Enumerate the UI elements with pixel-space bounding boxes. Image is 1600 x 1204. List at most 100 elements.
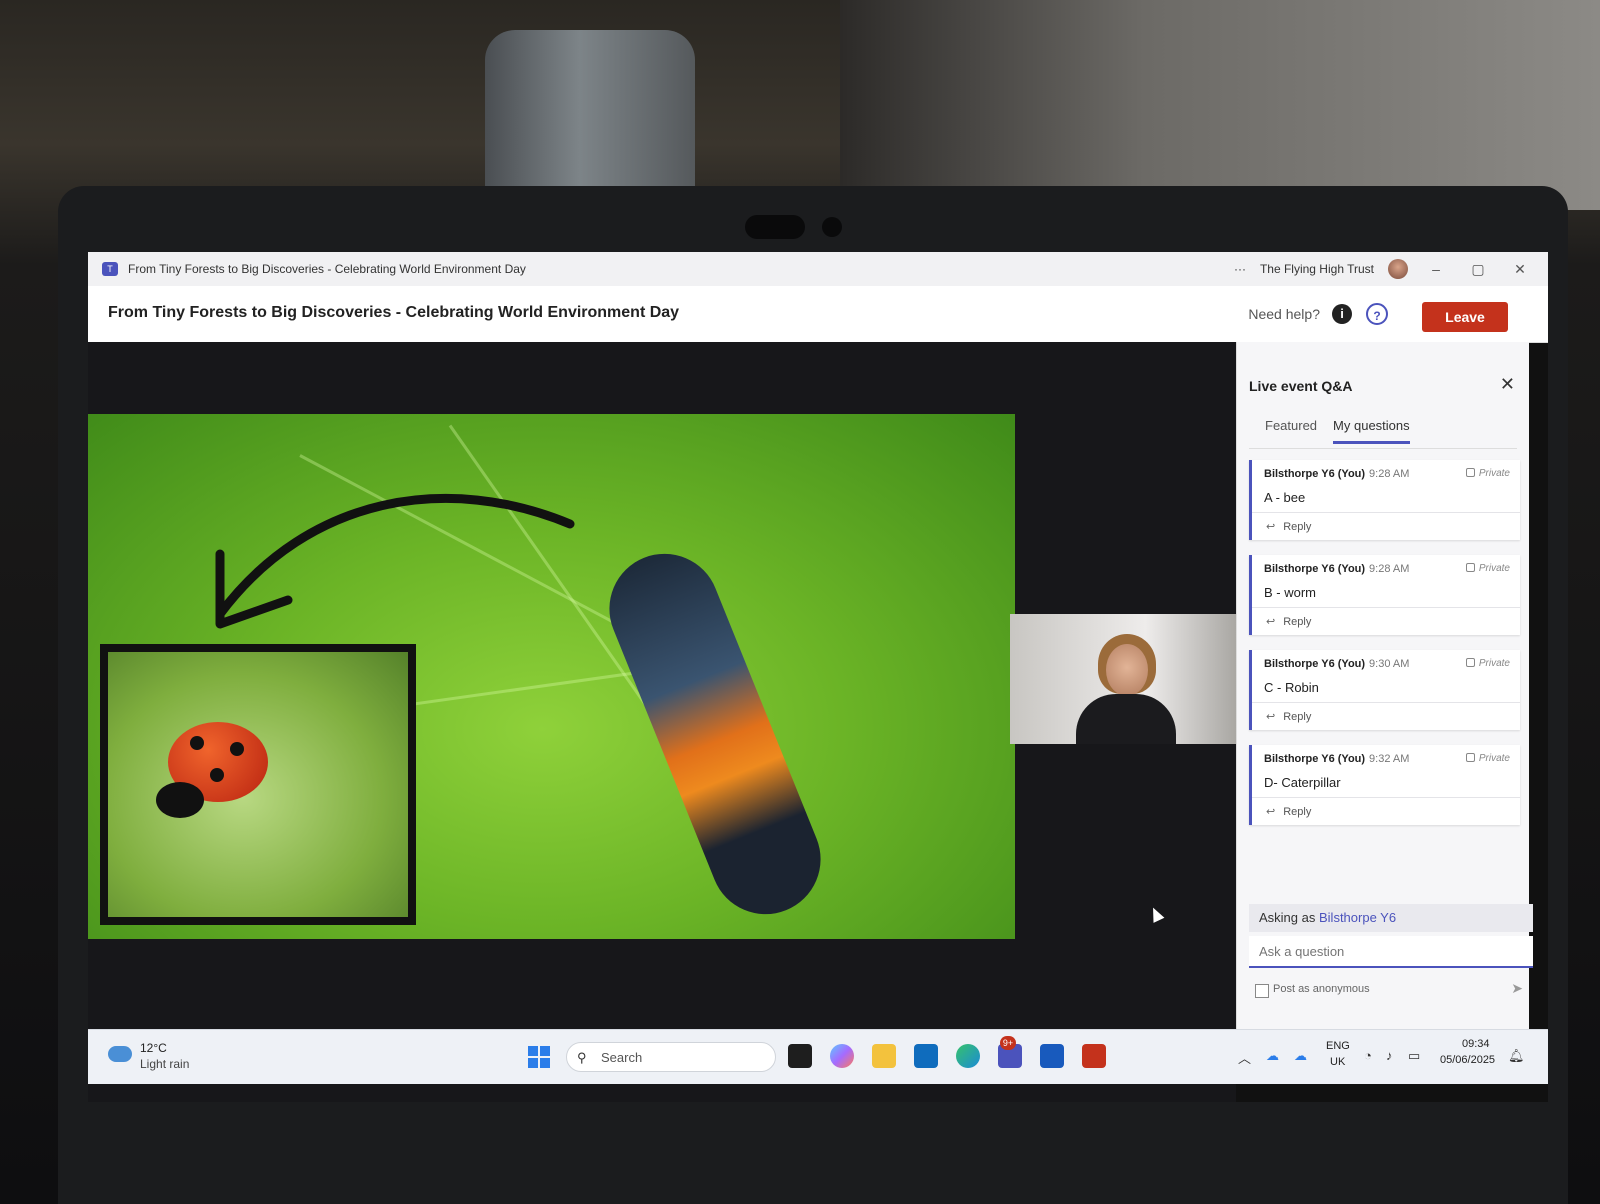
question-author: Bilsthorpe Y6 (You) 9:28 AM <box>1264 468 1409 480</box>
leave-button[interactable]: Leave <box>1422 302 1508 332</box>
author-name: Bilsthorpe Y6 (You) <box>1264 563 1366 575</box>
clock-date[interactable]: 05/06/2025 <box>1440 1054 1495 1066</box>
tab-featured[interactable]: Featured <box>1265 418 1317 444</box>
wifi-icon[interactable]: ◔ <box>1364 1048 1372 1063</box>
question-author: Bilsthorpe Y6 (You) 9:30 AM <box>1264 658 1409 670</box>
water-bottle <box>485 30 695 200</box>
reply-label: Reply <box>1283 616 1312 628</box>
windows-taskbar: 12°C Light rain ⚲ Search 9+ ︿ ☁ ☁ ENG UK… <box>88 1029 1548 1084</box>
background-wall <box>840 0 1600 210</box>
question-card: Bilsthorpe Y6 (You) 9:32 AM Private D- Ca… <box>1249 745 1520 825</box>
close-window-button[interactable]: ✕ <box>1506 261 1534 278</box>
question-text: B - worm <box>1264 585 1316 600</box>
copilot-icon[interactable] <box>830 1044 854 1068</box>
private-label: Private <box>1465 468 1510 479</box>
reply-button[interactable]: ↩ Reply <box>1266 520 1311 533</box>
onedrive-icon[interactable]: ☁ <box>1294 1048 1307 1064</box>
reply-label: Reply <box>1283 711 1312 723</box>
info-icon[interactable]: i <box>1332 304 1352 324</box>
reply-button[interactable]: ↩ Reply <box>1266 710 1311 723</box>
reply-label: Reply <box>1283 806 1312 818</box>
question-text: A - bee <box>1264 490 1306 505</box>
qa-title: Live event Q&A <box>1249 378 1353 394</box>
outlook-icon[interactable] <box>914 1044 938 1068</box>
clock-time[interactable]: 09:34 <box>1462 1038 1490 1050</box>
mouse-cursor <box>1147 905 1165 923</box>
tabs-divider <box>1249 448 1517 449</box>
question-time: 9:28 AM <box>1369 563 1410 575</box>
visibility-text: Private <box>1478 468 1510 479</box>
taskbar-search[interactable]: ⚲ Search <box>566 1042 776 1072</box>
ladybird-spot <box>190 736 204 750</box>
page-title: From Tiny Forests to Big Discoveries - C… <box>108 304 680 321</box>
reply-icon: ↩ <box>1266 806 1276 818</box>
avatar[interactable] <box>1388 259 1408 279</box>
question-time: 9:30 AM <box>1369 658 1410 670</box>
question-author: Bilsthorpe Y6 (You) 9:32 AM <box>1264 753 1409 765</box>
region-indicator[interactable]: UK <box>1330 1056 1345 1068</box>
notification-bell-icon[interactable]: 🔔︎ <box>1508 1048 1525 1064</box>
teams-notification-badge: 9+ <box>1000 1036 1016 1050</box>
reply-button[interactable]: ↩ Reply <box>1266 615 1311 628</box>
close-icon[interactable]: ✕ <box>1500 374 1515 395</box>
ask-question-input[interactable] <box>1249 936 1533 968</box>
author-name: Bilsthorpe Y6 (You) <box>1264 658 1366 670</box>
search-icon: ⚲ <box>577 1050 587 1065</box>
windows-start-icon[interactable] <box>528 1046 550 1068</box>
restore-button[interactable]: ▢ <box>1464 261 1492 278</box>
minimize-button[interactable]: – <box>1422 261 1450 277</box>
reply-icon: ↩ <box>1266 616 1276 628</box>
presenter-body <box>1076 694 1176 744</box>
slide-image <box>88 414 1015 939</box>
ladybird-inset <box>100 644 416 925</box>
private-label: Private <box>1465 658 1510 669</box>
window-title: From Tiny Forests to Big Discoveries - C… <box>128 262 526 276</box>
presenter-face <box>1106 644 1148 696</box>
meeting-header: From Tiny Forests to Big Discoveries - C… <box>88 286 1548 343</box>
webcam-sensor <box>822 217 842 237</box>
presentation-stage <box>88 342 1236 1102</box>
cloud-rain-icon[interactable] <box>108 1046 132 1062</box>
anonymous-checkbox[interactable] <box>1255 984 1269 998</box>
private-label: Private <box>1465 563 1510 574</box>
asking-as-bar: Asking as Bilsthorpe Y6 <box>1249 904 1533 932</box>
lock-icon <box>1465 658 1475 667</box>
window-titlebar: T From Tiny Forests to Big Discoveries -… <box>88 252 1548 286</box>
cloud-sync-icon[interactable]: ☁ <box>1266 1048 1279 1064</box>
chevron-up-icon[interactable]: ︿ <box>1238 1048 1251 1067</box>
acrobat-icon[interactable] <box>1082 1044 1106 1068</box>
send-icon[interactable]: ➤ <box>1511 980 1523 997</box>
task-view-icon[interactable] <box>788 1044 812 1068</box>
reply-label: Reply <box>1283 521 1312 533</box>
file-explorer-icon[interactable] <box>872 1044 896 1068</box>
volume-icon[interactable]: ♪ <box>1386 1048 1393 1063</box>
question-author: Bilsthorpe Y6 (You) 9:28 AM <box>1264 563 1409 575</box>
question-time: 9:28 AM <box>1369 468 1410 480</box>
org-name: The Flying High Trust <box>1259 262 1374 276</box>
reply-icon: ↩ <box>1266 711 1276 723</box>
card-divider <box>1252 797 1520 798</box>
word-icon[interactable] <box>1040 1044 1064 1068</box>
weather-description[interactable]: Light rain <box>140 1057 189 1071</box>
asking-name[interactable]: Bilsthorpe Y6 <box>1319 910 1396 925</box>
presenter-video <box>1010 614 1236 744</box>
question-text: C - Robin <box>1264 680 1319 695</box>
more-options-button[interactable]: ··· <box>1234 262 1246 276</box>
edge-icon[interactable] <box>956 1044 980 1068</box>
reply-button[interactable]: ↩ Reply <box>1266 805 1311 818</box>
search-placeholder: Search <box>601 1050 643 1065</box>
weather-temperature[interactable]: 12°C <box>140 1041 167 1055</box>
anonymous-label: Post as anonymous <box>1273 983 1370 995</box>
qa-icon[interactable]: ? <box>1366 303 1388 325</box>
card-divider <box>1252 512 1520 513</box>
visibility-text: Private <box>1478 753 1510 764</box>
question-text: D- Caterpillar <box>1264 775 1341 790</box>
need-help-link[interactable]: Need help? <box>1248 306 1320 322</box>
language-indicator[interactable]: ENG <box>1326 1040 1350 1052</box>
lock-icon <box>1465 468 1475 477</box>
teams-app-icon: T <box>102 262 118 276</box>
battery-icon[interactable]: ▭ <box>1408 1048 1420 1064</box>
tab-my-questions[interactable]: My questions <box>1333 418 1410 444</box>
author-name: Bilsthorpe Y6 (You) <box>1264 468 1366 480</box>
question-time: 9:32 AM <box>1369 753 1410 765</box>
